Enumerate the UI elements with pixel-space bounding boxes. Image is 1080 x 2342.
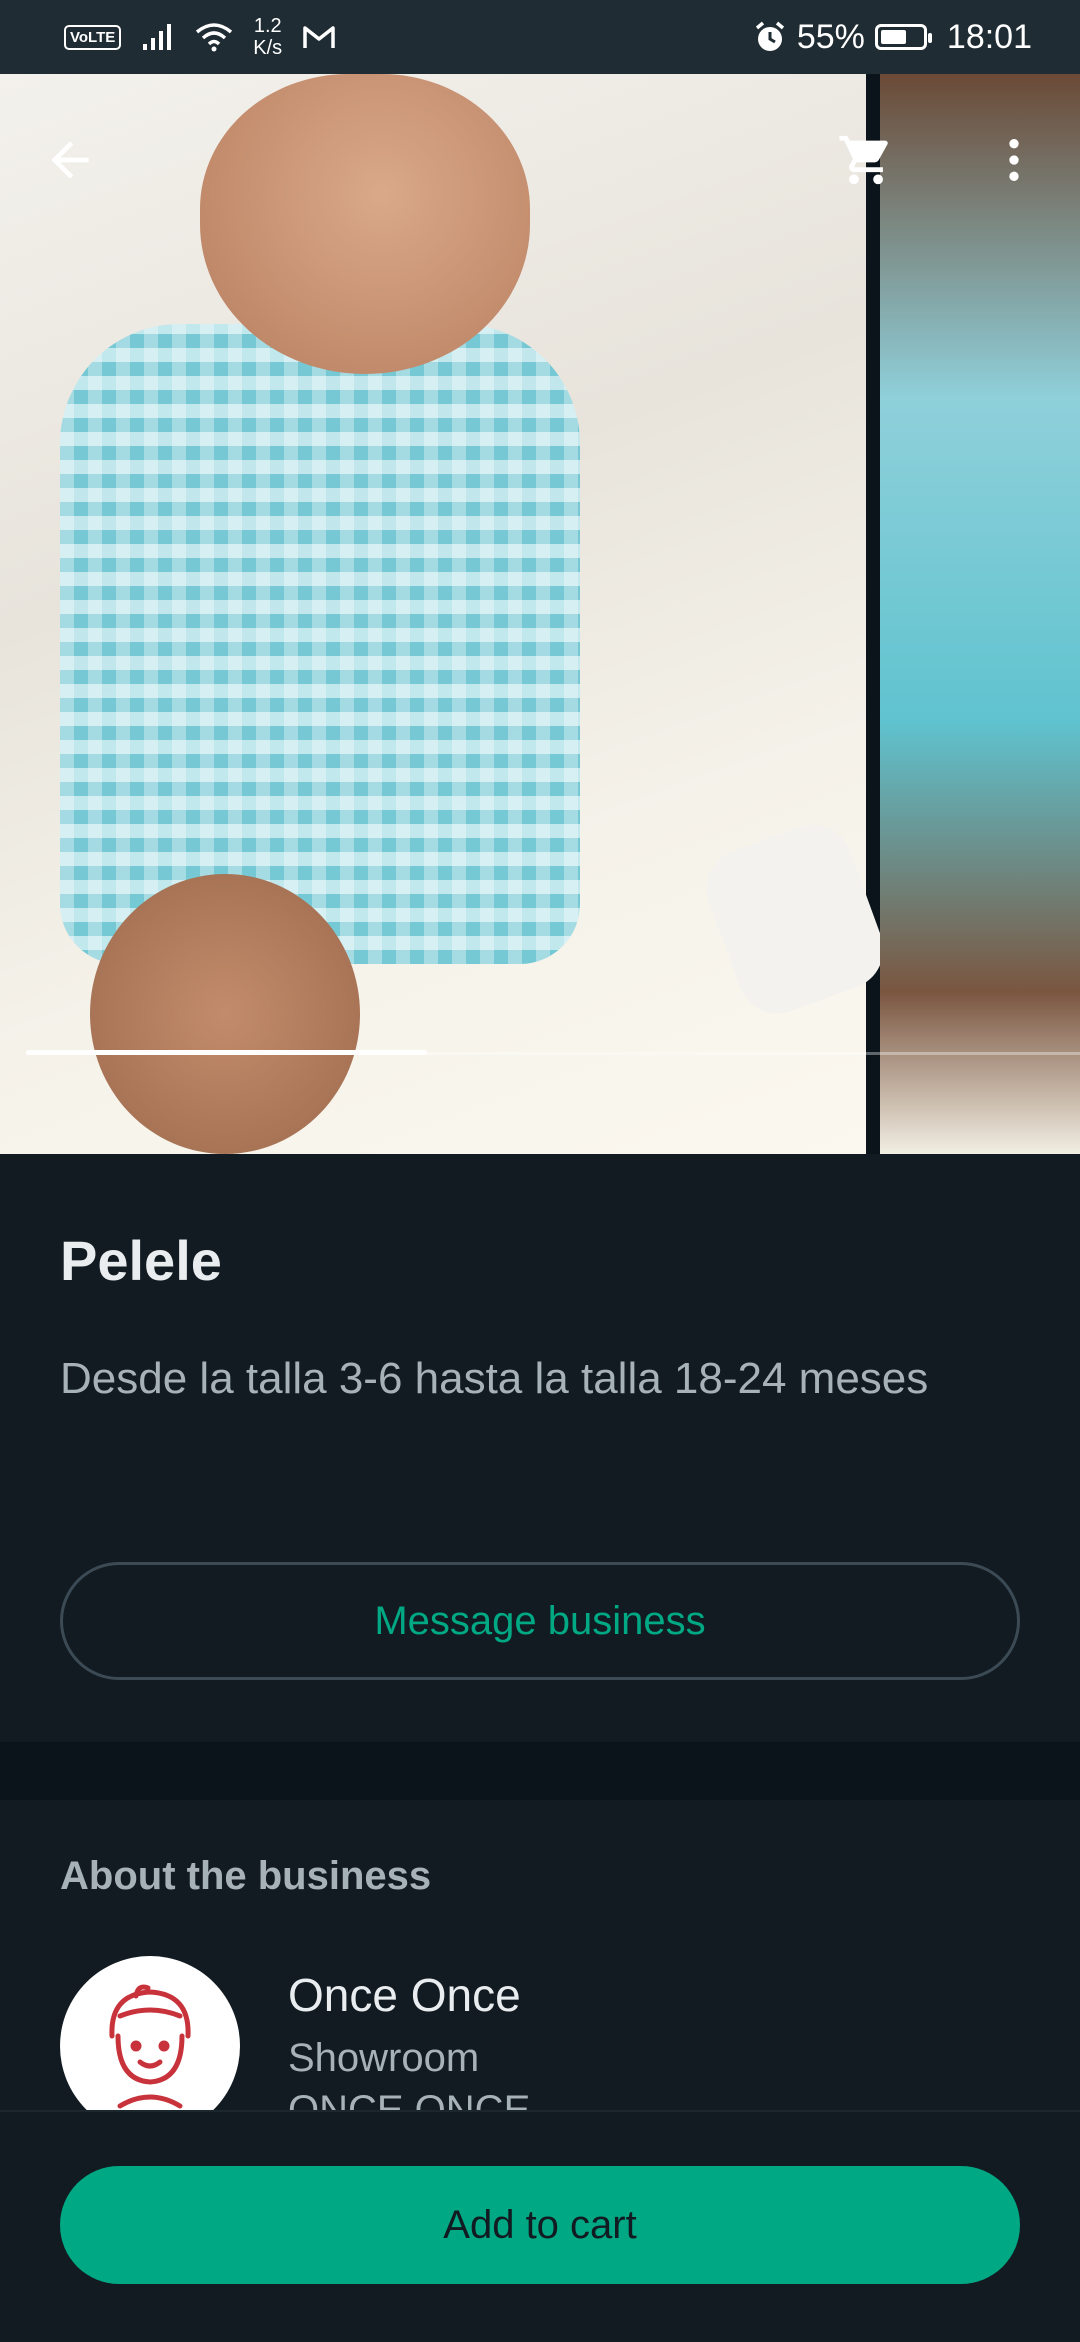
gmail-icon	[303, 26, 335, 48]
battery-percent: 55%	[796, 17, 865, 56]
message-business-button[interactable]: Message business	[60, 1562, 1020, 1680]
business-logo-icon	[109, 1984, 191, 2109]
cart-icon	[839, 135, 888, 185]
product-title: Pelele	[60, 1229, 222, 1292]
cart-button[interactable]	[826, 120, 906, 200]
product-description: Desde la talla 3-6 hasta la talla 18-24 …	[60, 1354, 929, 1403]
photo-sock	[695, 813, 895, 1025]
more-vert-icon	[1009, 139, 1019, 181]
product-photo-next[interactable]	[880, 74, 1080, 1154]
signal-icon	[143, 24, 172, 50]
status-right: 55% 18:01	[753, 0, 1032, 74]
business-avatar[interactable]	[60, 1956, 240, 2136]
section-divider	[0, 1742, 1080, 1800]
more-options-button[interactable]	[974, 120, 1054, 200]
add-to-cart-button[interactable]: Add to cart	[60, 2166, 1020, 2284]
alarm-icon	[755, 21, 784, 51]
status-bar: VoLTE 1.2 K/s 55% 18:01	[0, 0, 1080, 74]
clock: 18:01	[946, 17, 1032, 56]
about-business-heading: About the business	[60, 1854, 432, 1898]
business-name[interactable]: Once Once	[288, 1968, 521, 2022]
product-photo[interactable]	[0, 74, 895, 1154]
gallery-scroll-indicator	[26, 1050, 427, 1055]
network-speed: 1.2 K/s	[253, 15, 282, 59]
business-subtitle-line1: Showroom	[288, 2036, 480, 2080]
photo-garment	[60, 324, 580, 964]
photo-head	[200, 74, 530, 374]
back-arrow-icon	[51, 141, 89, 179]
battery-icon	[874, 24, 932, 50]
net-speed-unit: K/s	[253, 37, 283, 59]
photo-leg	[90, 874, 360, 1154]
wifi-icon	[196, 23, 233, 52]
back-button[interactable]	[30, 120, 110, 200]
status-left: VoLTE 1.2 K/s	[64, 0, 336, 74]
volte-badge: VoLTE	[64, 24, 122, 50]
net-speed-value: 1.2	[253, 15, 282, 37]
product-image-gallery[interactable]	[0, 74, 1080, 1154]
